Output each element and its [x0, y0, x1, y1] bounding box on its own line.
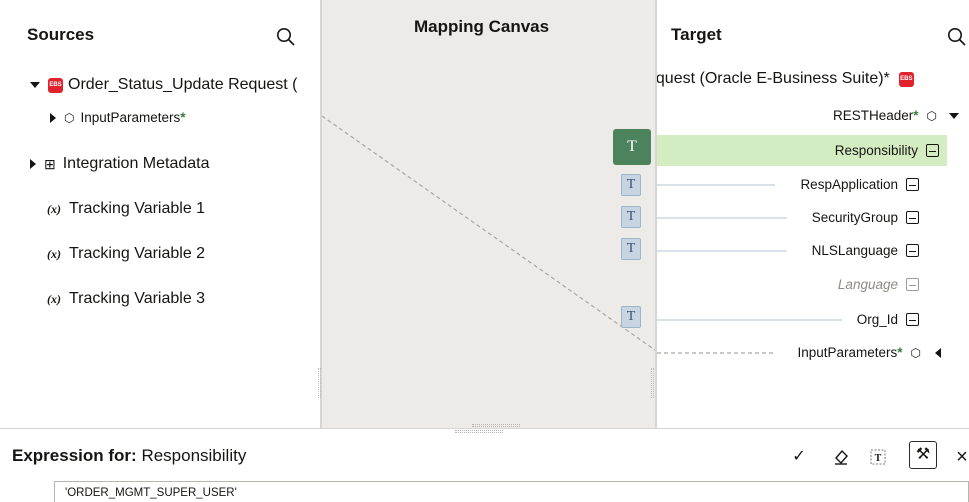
target-root-row[interactable]: equest (Oracle E-Business Suite)* EBS — [655, 70, 919, 88]
field-icon — [906, 211, 919, 224]
close-icon[interactable]: × — [950, 445, 969, 469]
target-title: Target — [671, 25, 722, 44]
check-icon[interactable]: ✓ — [787, 445, 811, 469]
target-panel: Target equest (Oracle E-Business Suite)*… — [655, 0, 969, 428]
target-field-row[interactable]: SecurityGroup — [812, 210, 919, 225]
source-inputparameters-row[interactable]: ⬡ InputParameters * — [50, 110, 186, 125]
search-icon[interactable] — [947, 27, 967, 47]
target-restheader-label: RESTHeader — [832, 108, 914, 123]
tracking-variable-label: Tracking Variable 3 — [69, 290, 206, 307]
resize-handle[interactable] — [455, 430, 503, 433]
mapping-chip[interactable]: T — [621, 306, 641, 328]
target-root-label: equest (Oracle E-Business Suite)* — [655, 70, 890, 87]
resize-handle[interactable] — [472, 424, 520, 427]
caret-down-icon[interactable] — [30, 82, 40, 88]
expression-bar: Expression for: Responsibility ✓ T ⚒ × '… — [0, 428, 969, 502]
target-field-label: SecurityGroup — [811, 210, 898, 225]
target-field-row[interactable]: NLSLanguage — [812, 243, 919, 258]
cube-icon: ⬡ — [910, 345, 921, 360]
expression-label-prefix: Expression for: — [12, 446, 137, 465]
target-responsibility-label: Responsibility — [834, 143, 918, 158]
wrench-icon[interactable]: ⚒ — [909, 441, 937, 469]
required-marker: * — [180, 110, 186, 125]
target-field-row[interactable]: Org_Id — [857, 312, 919, 327]
text-format-icon[interactable]: T — [866, 445, 890, 469]
grid-icon: ⊞ — [44, 155, 56, 172]
target-inputparameters-row[interactable]: InputParameters * ⬡ — [797, 345, 941, 360]
tracking-variable-row[interactable]: (x) Tracking Variable 2 — [47, 245, 205, 263]
mapping-lines — [322, 115, 655, 351]
field-icon — [906, 178, 919, 191]
sources-panel: Sources EBS Order_Status_Update Request … — [0, 0, 322, 428]
target-field-row[interactable]: Language — [838, 277, 919, 292]
source-root-row[interactable]: EBS Order_Status_Update Request ( — [30, 76, 297, 94]
variable-icon: (x) — [47, 246, 61, 261]
variable-icon: (x) — [47, 291, 61, 306]
cube-icon: ⬡ — [64, 110, 75, 125]
tracking-variable-row[interactable]: (x) Tracking Variable 1 — [47, 200, 205, 218]
mapping-chip-responsibility[interactable]: T — [613, 129, 651, 165]
target-field-label: Language — [837, 277, 898, 292]
sources-title: Sources — [27, 25, 95, 44]
caret-left-icon[interactable] — [935, 347, 941, 358]
tracking-variable-label: Tracking Variable 2 — [69, 245, 206, 262]
required-marker: * — [913, 108, 919, 123]
source-inputparameters-label: InputParameters — [80, 110, 181, 125]
ebs-icon: EBS — [48, 77, 63, 93]
target-field-label: NLSLanguage — [811, 243, 898, 258]
target-field-row[interactable]: RespApplication — [800, 177, 919, 192]
field-icon — [906, 313, 919, 326]
target-field-label: Org_Id — [856, 312, 898, 327]
field-icon — [926, 144, 939, 157]
mapping-chip[interactable]: T — [621, 174, 641, 196]
tracking-variable-label: Tracking Variable 1 — [69, 200, 206, 217]
required-marker: * — [897, 345, 903, 360]
source-integration-metadata-row[interactable]: ⊞ Integration Metadata — [30, 155, 210, 173]
target-restheader-row[interactable]: RESTHeader * ⬡ — [833, 108, 959, 123]
target-inputparameters-label: InputParameters — [797, 345, 898, 360]
cube-icon: ⬡ — [926, 108, 937, 123]
variable-icon: (x) — [47, 201, 61, 216]
eraser-icon[interactable] — [829, 445, 853, 469]
target-responsibility-row[interactable]: Responsibility — [657, 135, 947, 166]
resize-handle[interactable] — [651, 368, 654, 398]
expression-field-name: Responsibility — [141, 446, 247, 465]
mapping-canvas: Mapping Canvas T T T T T — [322, 0, 655, 428]
caret-down-icon[interactable] — [949, 112, 959, 119]
tracking-variable-row[interactable]: (x) Tracking Variable 3 — [47, 290, 205, 308]
mapping-chip[interactable]: T — [621, 238, 641, 260]
source-root-label: Order_Status_Update Request ( — [68, 76, 298, 93]
svg-text:T: T — [875, 453, 882, 464]
expression-label: Expression for: Responsibility — [12, 446, 246, 466]
resize-handle[interactable] — [318, 368, 321, 398]
ebs-icon: EBS — [898, 71, 914, 87]
source-integration-metadata-label: Integration Metadata — [62, 155, 210, 172]
field-icon — [906, 278, 919, 291]
search-icon[interactable] — [276, 27, 296, 47]
target-field-label: RespApplication — [800, 177, 898, 192]
caret-right-icon[interactable] — [30, 159, 36, 169]
field-icon — [906, 244, 919, 257]
mapping-chip[interactable]: T — [621, 206, 641, 228]
caret-right-icon[interactable] — [50, 112, 56, 123]
expression-input[interactable]: 'ORDER_MGMT_SUPER_USER' — [54, 481, 969, 502]
